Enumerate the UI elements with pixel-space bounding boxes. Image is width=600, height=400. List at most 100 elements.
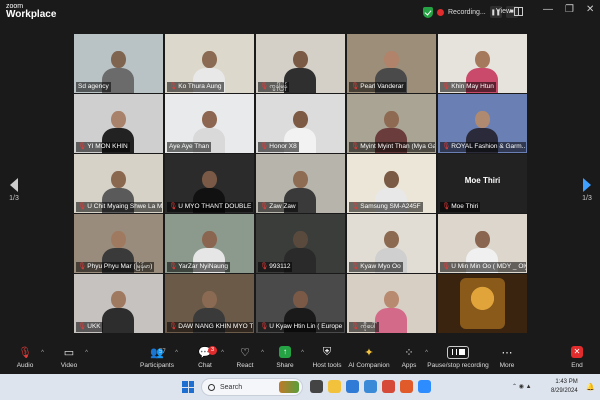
office-icon[interactable]	[382, 380, 395, 393]
participant-tile[interactable]: 🎙 ကွန်မြန်	[256, 34, 345, 93]
search-placeholder: Search	[220, 383, 243, 391]
page-indicator-left: 1/3	[9, 195, 19, 202]
participant-tile[interactable]: 🎙 Samsung SM-A245F	[347, 154, 436, 213]
view-button[interactable]: View	[496, 5, 524, 17]
windows-start-icon[interactable]	[182, 381, 194, 393]
participant-tile[interactable]: 🎙 UKK	[74, 274, 163, 333]
microphone-muted-icon: 🎙	[351, 203, 360, 210]
participant-tile[interactable]: Sd agency	[74, 34, 163, 93]
chevron-up-icon[interactable]: ^	[41, 350, 44, 356]
participant-tile[interactable]: 🎙 Kyaw Myo Oo	[347, 214, 436, 273]
ai-companion-label: AI Companion	[348, 362, 390, 369]
participant-nameplate: 🎙 YarZar NyiNaung	[167, 262, 230, 272]
host-tools-label: Host tools	[312, 362, 342, 369]
notification-bell-icon[interactable]: 🔔	[586, 383, 595, 391]
participant-nameplate: 🎙 Ko Thura Aung	[167, 82, 224, 92]
previous-page-button[interactable]: 1/3	[4, 178, 24, 202]
participant-name: Samsung SM-A245F	[360, 203, 421, 210]
participant-name: Honor X8	[269, 143, 297, 150]
restore-icon[interactable]: ❐	[565, 4, 574, 15]
participant-tile[interactable]: 🎙 Ko Thura Aung	[165, 34, 254, 93]
security-shield-icon[interactable]	[423, 6, 433, 18]
participant-name: U Chit Myaing Shwe La Min...	[87, 203, 162, 210]
participant-tile[interactable]: 🎙 Pearl Vanderar	[347, 34, 436, 93]
share-screen-icon: ↑	[279, 346, 291, 358]
participant-name: Aye Aye Than	[169, 143, 210, 150]
end-button[interactable]: ✕ End	[554, 345, 600, 369]
recording-dot-icon	[437, 8, 444, 16]
microphone-muted-icon: 🎙	[442, 83, 451, 90]
zoom-app-icon[interactable]	[418, 380, 431, 393]
taskbar-clock[interactable]: 1:43 PM 8/29/2024	[551, 378, 578, 396]
task-view-icon[interactable]	[310, 380, 323, 393]
participant-tile[interactable]: 🎙DAW NANG KHIN MYO TUN	[165, 274, 254, 333]
microphone-muted-icon: 🎙	[169, 263, 178, 270]
microphone-muted-icon: 🎙	[260, 203, 269, 210]
participant-tile[interactable]: Moe Thiri 🎙 Moe Thiri	[438, 154, 527, 213]
participant-tile[interactable]: 🎙 YI MON KHIN	[74, 94, 163, 153]
participant-name: U Kyaw Htin Lin ( Europe &...	[269, 323, 344, 330]
participant-tile[interactable]: 🎙 Khin May Htun	[438, 34, 527, 93]
participant-tile[interactable]: 🎙 993112	[256, 214, 345, 273]
taskbar-search-box[interactable]: Search	[201, 378, 303, 396]
view-label: View	[496, 7, 512, 15]
microphone-muted-icon: 🎙	[78, 323, 87, 330]
participant-nameplate: 🎙 Khin May Htun	[440, 82, 496, 92]
more-button[interactable]: ⋯ More	[484, 345, 530, 370]
brand-line2: Workplace	[6, 9, 57, 20]
participant-nameplate: Aye Aye Than	[167, 142, 212, 152]
file-explorer-icon[interactable]	[328, 380, 341, 393]
next-page-button[interactable]: 1/3	[577, 178, 597, 202]
participants-label: Participants	[140, 362, 174, 369]
share-label: Share	[276, 362, 294, 369]
pause-stop-recording-button[interactable]: Pause/stop recording	[426, 345, 490, 369]
participant-tile[interactable]	[438, 274, 527, 333]
participant-nameplate: 🎙 Pearl Vanderar	[349, 82, 406, 92]
participant-nameplate: 🎙 Honor X8	[258, 142, 299, 152]
participant-tile[interactable]: 🎙 U Min Min Oo ( MDY _ Oly...	[438, 214, 527, 273]
audio-button[interactable]: 🎙 Audio ^	[2, 345, 48, 370]
participant-nameplate: 🎙 UKK	[76, 322, 103, 332]
windows-taskbar: Search ⌃ ◉ ▲ 1:43 PM 8/29/2024 🔔	[0, 374, 600, 400]
microphone-muted-icon: 🎙	[78, 263, 87, 270]
participant-name: ကွန်မြန်	[269, 83, 288, 90]
participant-tile[interactable]: 🎙 Honor X8	[256, 94, 345, 153]
participant-tile[interactable]: 🎙 Myint Myint Than (Mya Ga...	[347, 94, 436, 153]
store-icon[interactable]	[364, 380, 377, 393]
pause-stop-icon	[447, 345, 469, 359]
chevron-right-icon	[583, 178, 591, 192]
participant-nameplate: 🎙 Kyaw Myo Oo	[349, 262, 403, 272]
chevron-up-icon[interactable]: ^	[85, 350, 88, 356]
participants-button[interactable]: 👥 57 Participants ^	[132, 345, 182, 370]
video-button[interactable]: ▭ Video ^	[46, 345, 92, 370]
chat-label: Chat	[198, 362, 212, 369]
participant-tile[interactable]: Aye Aye Than	[165, 94, 254, 153]
participant-name: Ko Thura Aung	[178, 83, 222, 90]
participant-tile[interactable]: 🎙 ROYAL Fashion & Garm...	[438, 94, 527, 153]
participant-tile[interactable]: 🎙 Zaw Zaw	[256, 154, 345, 213]
participant-video-person	[101, 290, 137, 333]
microphone-muted-icon: 🎙	[78, 143, 87, 150]
system-tray-icons[interactable]: ⌃ ◉ ▲	[512, 383, 532, 390]
participant-tile[interactable]: 🎙 ကိုပေါ်	[347, 274, 436, 333]
microphone-muted-icon: 🎙	[260, 323, 269, 330]
chevron-up-icon[interactable]: ^	[175, 350, 178, 356]
participant-tile[interactable]: 🎙U Chit Myaing Shwe La Min...	[74, 154, 163, 213]
participant-tile[interactable]: 🎙 YarZar NyiNaung	[165, 214, 254, 273]
participant-nameplate: 🎙 Phyu Phyu Mar (မြန်မာ)	[76, 262, 155, 272]
microphone-muted-icon: 🎙	[351, 263, 360, 270]
share-button[interactable]: ↑ Share ^	[262, 345, 308, 369]
powerpoint-icon[interactable]	[400, 380, 413, 393]
participant-tile[interactable]: 🎙U Kyaw Htin Lin ( Europe &...	[256, 274, 345, 333]
participant-name: U Min Min Oo ( MDY _ Oly...	[451, 263, 526, 270]
more-icon: ⋯	[501, 346, 513, 359]
close-icon[interactable]: ✕	[586, 4, 594, 15]
minimize-icon[interactable]: —	[543, 4, 553, 15]
microphone-muted-icon: 🎙	[260, 143, 269, 150]
grid-view-icon	[514, 6, 524, 16]
page-indicator-right: 1/3	[582, 195, 592, 202]
participant-name: Zaw Zaw	[269, 203, 296, 210]
participant-tile[interactable]: 🎙U MYO THANT DOUBLE RHIN...	[165, 154, 254, 213]
participant-tile[interactable]: 🎙 Phyu Phyu Mar (မြန်မာ)	[74, 214, 163, 273]
edge-browser-icon[interactable]	[346, 380, 359, 393]
